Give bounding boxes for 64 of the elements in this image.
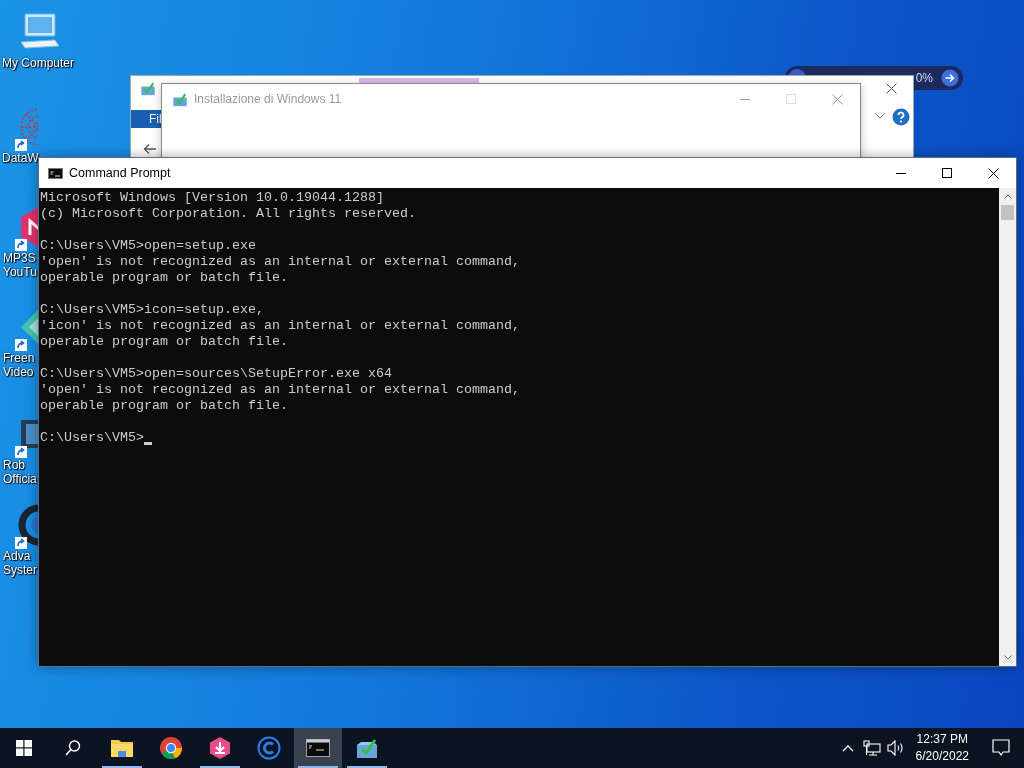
desktop-icon-label[interactable]: YouTu: [3, 265, 37, 279]
window-title: Command Prompt: [69, 166, 172, 180]
help-icon[interactable]: [892, 108, 910, 126]
snowflake-icon: [17, 105, 38, 149]
console-line: 'icon' is not recognized as an internal or external command,: [40, 318, 520, 334]
back-arrow-icon[interactable]: [143, 143, 157, 155]
browser-icon[interactable]: [159, 736, 183, 760]
ribbon-tab-label: Fil: [149, 112, 162, 126]
desktop-icon-label[interactable]: My Computer: [2, 56, 75, 70]
desktop-icon-label[interactable]: Video: [3, 365, 34, 379]
desktop-icon-label[interactable]: Rob: [3, 458, 25, 472]
desktop-icon-label[interactable]: Officia: [3, 472, 37, 486]
volume-icon[interactable]: [886, 740, 905, 756]
computer-icon: [17, 12, 61, 52]
console-line: operable program or batch file.: [40, 334, 288, 350]
close-icon[interactable]: [886, 83, 897, 94]
windows-start-icon[interactable]: [16, 740, 32, 756]
console-line: 'open' is not recognized as an internal or external command,: [40, 382, 520, 398]
installer-icon: [140, 81, 156, 96]
cleaner-app-icon[interactable]: [257, 736, 281, 760]
ring-icon: [17, 503, 38, 547]
installer-icon[interactable]: [355, 737, 379, 759]
taskbar-button[interactable]: [294, 728, 342, 768]
desktop-icon-label[interactable]: Syster: [3, 563, 37, 577]
chevron-down-icon[interactable]: [875, 113, 885, 119]
maximize-icon: [942, 168, 952, 178]
clock-time: 12:37 PM: [916, 731, 968, 748]
terminal-icon: [48, 167, 63, 179]
notifications-icon[interactable]: [992, 739, 1010, 757]
console-line: C:\Users\VM5>open=sources\SetupError.exe x64: [40, 366, 392, 382]
desktop-icon-label[interactable]: MP3S: [3, 251, 36, 265]
search-icon[interactable]: [64, 739, 82, 757]
scroll-up-icon[interactable]: [1003, 194, 1012, 199]
scroll-down-icon[interactable]: [1003, 655, 1012, 660]
download-app-icon[interactable]: [209, 736, 231, 760]
console-line: operable program or batch file.: [40, 398, 288, 414]
scrollbar[interactable]: [999, 188, 1016, 666]
arrow-right-icon[interactable]: [941, 69, 959, 87]
network-icon[interactable]: [862, 740, 881, 756]
desktop-icon-label[interactable]: DataW: [2, 151, 39, 165]
desktop-icon-label[interactable]: Freen: [3, 351, 35, 365]
window-title: Installazione di Windows 11: [194, 92, 343, 106]
clock-date: 6/20/2022: [915, 748, 969, 765]
console-line: (c) Microsoft Corporation. All rights reserved.: [40, 206, 416, 222]
minimize-icon: [896, 172, 906, 174]
installer-icon: [172, 91, 188, 107]
chevron-up-icon[interactable]: [841, 744, 854, 752]
desktop-icon-label[interactable]: Adva: [3, 549, 31, 563]
console-line: operable program or batch file.: [40, 270, 288, 286]
console-line: Microsoft Windows [Version 10.0.19044.1288]: [40, 190, 384, 206]
console-line: C:\Users\VM5>icon=setup.exe,: [40, 302, 264, 318]
close-icon: [987, 167, 999, 179]
scroll-thumb[interactable]: [1001, 205, 1014, 220]
terminal-icon[interactable]: [306, 739, 330, 757]
console-line: 'open' is not recognized as an internal or external command,: [40, 254, 520, 270]
folder-icon[interactable]: [110, 738, 134, 758]
ribbon-tab[interactable]: Fil: [131, 110, 161, 128]
clock[interactable]: 12:37 PM 6/20/2022: [907, 731, 978, 765]
minimize-icon: [740, 98, 750, 100]
console-line: C:\Users\VM5>open=setup.exe: [40, 238, 256, 254]
console-line: C:\Users\VM5>: [40, 430, 144, 446]
close-icon: [831, 93, 843, 105]
maximize-icon: [786, 94, 796, 104]
progress-reading: 0%: [915, 71, 933, 85]
